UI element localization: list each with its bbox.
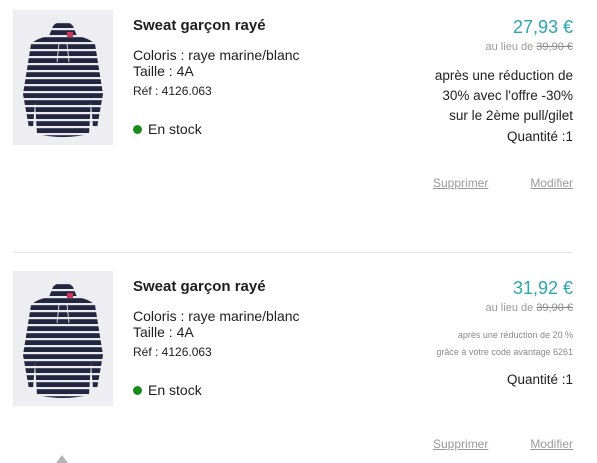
quantity: Quantité :1 [506, 129, 573, 144]
product-ref: Réf : 4126.063 [133, 84, 212, 98]
discount-line: après une réduction de 20 % [457, 330, 573, 340]
product-color: Coloris : raye marine/blanc [133, 47, 300, 63]
product-ref: Réf : 4126.063 [133, 345, 212, 359]
discount-line: après une réduction de [434, 68, 573, 83]
discount-line: 30% avec l'offre -30% [442, 88, 573, 103]
striped-hoodie-image [23, 21, 103, 137]
stock-label: En stock [148, 382, 202, 398]
striped-hoodie-image [23, 282, 103, 398]
product-color: Coloris : raye marine/blanc [133, 308, 300, 324]
discount-note: après une réduction de 20 % grâce à votr… [353, 327, 573, 361]
discount-note: après une réduction de 30% avec l'offre … [373, 66, 573, 126]
cart-item: Sweat garçon rayé Coloris : raye marine/… [0, 0, 597, 252]
stock-status: En stock [133, 121, 202, 137]
stock-status: En stock [133, 382, 202, 398]
original-price-prefix: au lieu de [485, 302, 534, 314]
item-divider [13, 252, 573, 253]
discount-line: sur le 2ème pull/gilet [449, 108, 573, 123]
product-image[interactable] [13, 10, 113, 145]
discount-line: grâce à votre code avantage 6261 [436, 347, 573, 357]
original-price: au lieu de 39,90 € [486, 302, 573, 314]
product-image[interactable] [13, 271, 113, 406]
edit-link[interactable]: Modifier [530, 176, 573, 190]
stock-label: En stock [148, 121, 202, 137]
remove-link[interactable]: Supprimer [433, 176, 488, 190]
original-price-prefix: au lieu de [485, 41, 534, 53]
stock-indicator-icon [133, 385, 142, 395]
product-title[interactable]: Sweat garçon rayé [133, 17, 266, 34]
scroll-up-icon [56, 455, 68, 463]
product-price: 31,92 € [512, 278, 573, 298]
original-price-value: 39,90 € [536, 41, 573, 53]
product-size: Taille : 4A [133, 324, 194, 340]
product-title[interactable]: Sweat garçon rayé [133, 278, 266, 295]
original-price-value: 39,90 € [536, 302, 573, 314]
quantity: Quantité :1 [506, 372, 573, 387]
cart-item: Sweat garçon rayé Coloris : raye marine/… [0, 261, 597, 463]
stock-indicator-icon [133, 124, 142, 134]
edit-link[interactable]: Modifier [530, 437, 573, 451]
product-size: Taille : 4A [133, 63, 194, 79]
remove-link[interactable]: Supprimer [433, 437, 488, 451]
original-price: au lieu de 39,90 € [486, 41, 573, 53]
product-price: 27,93 € [512, 17, 573, 37]
